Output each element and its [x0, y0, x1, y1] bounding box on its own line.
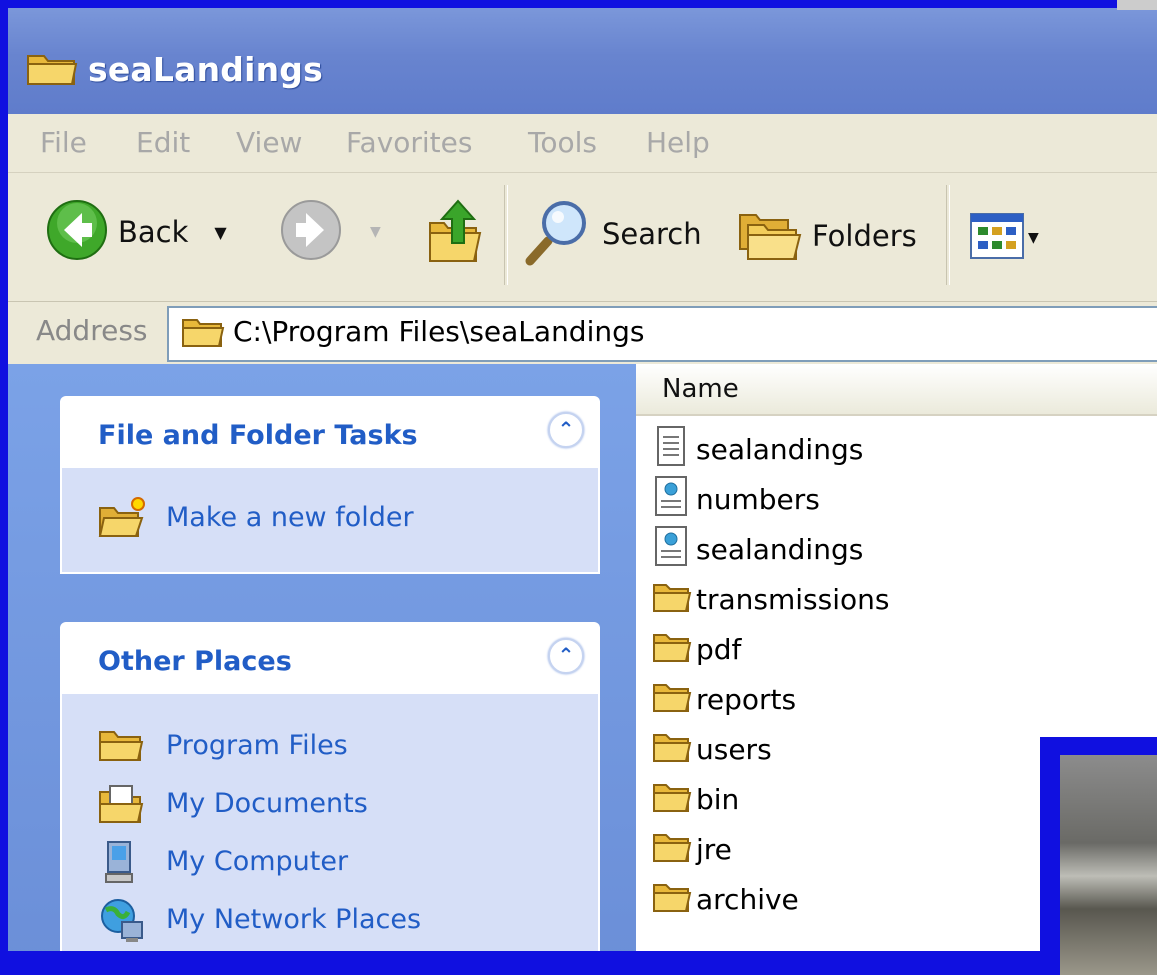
file-item[interactable]: numbers [652, 474, 820, 524]
up-folder-button[interactable] [426, 197, 486, 269]
corner-icon [1117, 0, 1157, 10]
place-label: My Documents [166, 788, 368, 819]
photo-thumbnail [1060, 755, 1157, 975]
task-pane: File and Folder Tasks ⌃ Make a new folde… [8, 364, 636, 951]
other-places-panel: Other Places ⌃ Program Files My Document… [60, 622, 600, 951]
back-dropdown-icon[interactable]: ▼ [214, 223, 226, 242]
folders-icon [736, 207, 802, 265]
search-button[interactable]: Search [522, 197, 702, 271]
menu-edit[interactable]: Edit [136, 126, 190, 159]
file-name: sealandings [696, 532, 864, 566]
file-item[interactable]: sealandings [652, 424, 863, 474]
menu-favorites[interactable]: Favorites [346, 126, 472, 159]
folder-item[interactable]: reports [652, 674, 796, 724]
folder-icon [652, 577, 692, 621]
menu-file[interactable]: File [40, 126, 87, 159]
address-value: C:\Program Files\seaLandings [233, 315, 645, 348]
collapse-chevron-icon[interactable]: ⌃ [548, 412, 584, 448]
network-places-icon [98, 898, 148, 948]
text-file-icon [652, 425, 692, 473]
place-label: My Computer [166, 846, 349, 877]
folder-name: jre [696, 832, 732, 866]
place-my-documents[interactable]: My Documents [62, 778, 598, 836]
folder-icon [181, 314, 225, 354]
place-my-network-places[interactable]: My Network Places [62, 894, 598, 951]
search-icon [522, 197, 592, 271]
overlay-window-fragment [1040, 737, 1157, 975]
folder-icon [652, 627, 692, 671]
panel-header[interactable]: Other Places ⌃ [60, 622, 600, 694]
folder-icon [98, 724, 144, 768]
folder-item[interactable]: transmissions [652, 574, 889, 624]
toolbar-separator [504, 185, 508, 285]
title-bar[interactable]: seaLandings [8, 8, 1157, 114]
forward-arrow-icon [280, 199, 342, 265]
task-label: Make a new folder [166, 502, 414, 533]
html-file-icon [652, 475, 692, 523]
folder-icon [652, 827, 692, 871]
folder-name: transmissions [696, 582, 890, 616]
panel-header[interactable]: File and Folder Tasks ⌃ [60, 396, 600, 468]
menu-tools[interactable]: Tools [528, 126, 597, 159]
folder-icon [652, 877, 692, 921]
window-title: seaLandings [88, 50, 323, 89]
menu-help[interactable]: Help [646, 126, 710, 159]
address-bar: Address C:\Program Files\seaLandings [8, 302, 1157, 364]
folder-item[interactable]: users [652, 724, 772, 774]
folder-item[interactable]: bin [652, 774, 739, 824]
address-input[interactable]: C:\Program Files\seaLandings [167, 306, 1157, 362]
folder-icon [652, 777, 692, 821]
my-computer-icon [98, 840, 144, 890]
place-my-computer[interactable]: My Computer [62, 836, 598, 894]
panel-title: Other Places [98, 646, 292, 677]
folder-icon [652, 727, 692, 771]
place-label: Program Files [166, 730, 348, 761]
file-name: numbers [696, 482, 820, 516]
file-item[interactable]: sealandings [652, 524, 863, 574]
html-file-icon [652, 525, 692, 573]
menu-view[interactable]: View [236, 126, 302, 159]
toolbar-separator [946, 185, 950, 285]
panel-title: File and Folder Tasks [98, 420, 418, 451]
place-program-files[interactable]: Program Files [62, 720, 598, 778]
views-button[interactable]: ▼ [970, 213, 1039, 263]
folder-name: bin [696, 782, 740, 816]
folder-item[interactable]: archive [652, 874, 799, 924]
folder-icon [26, 48, 78, 92]
forward-dropdown-icon[interactable]: ▼ [370, 224, 381, 240]
back-button[interactable]: Back ▼ [46, 199, 227, 265]
toolbar: Back ▼ ▼ Search Folders ▼ [8, 173, 1157, 302]
forward-button[interactable]: ▼ [280, 199, 381, 265]
views-dropdown-icon[interactable]: ▼ [1028, 230, 1039, 246]
folder-name: users [696, 732, 772, 766]
folder-item[interactable]: pdf [652, 624, 741, 674]
file-folder-tasks-panel: File and Folder Tasks ⌃ Make a new folde… [60, 396, 600, 574]
folders-button[interactable]: Folders [736, 207, 917, 265]
panel-body: Make a new folder [60, 468, 600, 574]
search-label: Search [602, 217, 702, 251]
file-name: sealandings [696, 432, 864, 466]
column-name-label: Name [662, 374, 739, 404]
folder-item[interactable]: jre [652, 824, 732, 874]
my-documents-icon [98, 782, 144, 830]
panel-body: Program Files My Documents My Computer M… [60, 694, 600, 951]
folder-name: reports [696, 682, 797, 716]
folder-name: archive [696, 882, 799, 916]
collapse-chevron-icon[interactable]: ⌃ [548, 638, 584, 674]
back-arrow-icon [46, 199, 108, 265]
column-header-name[interactable]: Name [636, 364, 1157, 416]
new-folder-icon [98, 496, 146, 544]
up-folder-icon [426, 197, 486, 269]
folder-name: pdf [696, 632, 742, 666]
folder-icon [652, 677, 692, 721]
address-label: Address [36, 314, 148, 347]
menu-bar: File Edit View Favorites Tools Help [8, 114, 1157, 173]
explorer-window: seaLandings File Edit View Favorites Too… [8, 8, 1157, 951]
place-label: My Network Places [166, 904, 422, 935]
task-make-new-folder[interactable]: Make a new folder [62, 492, 598, 550]
back-label: Back [118, 215, 189, 249]
folders-label: Folders [812, 219, 917, 253]
views-icon [970, 213, 1024, 263]
